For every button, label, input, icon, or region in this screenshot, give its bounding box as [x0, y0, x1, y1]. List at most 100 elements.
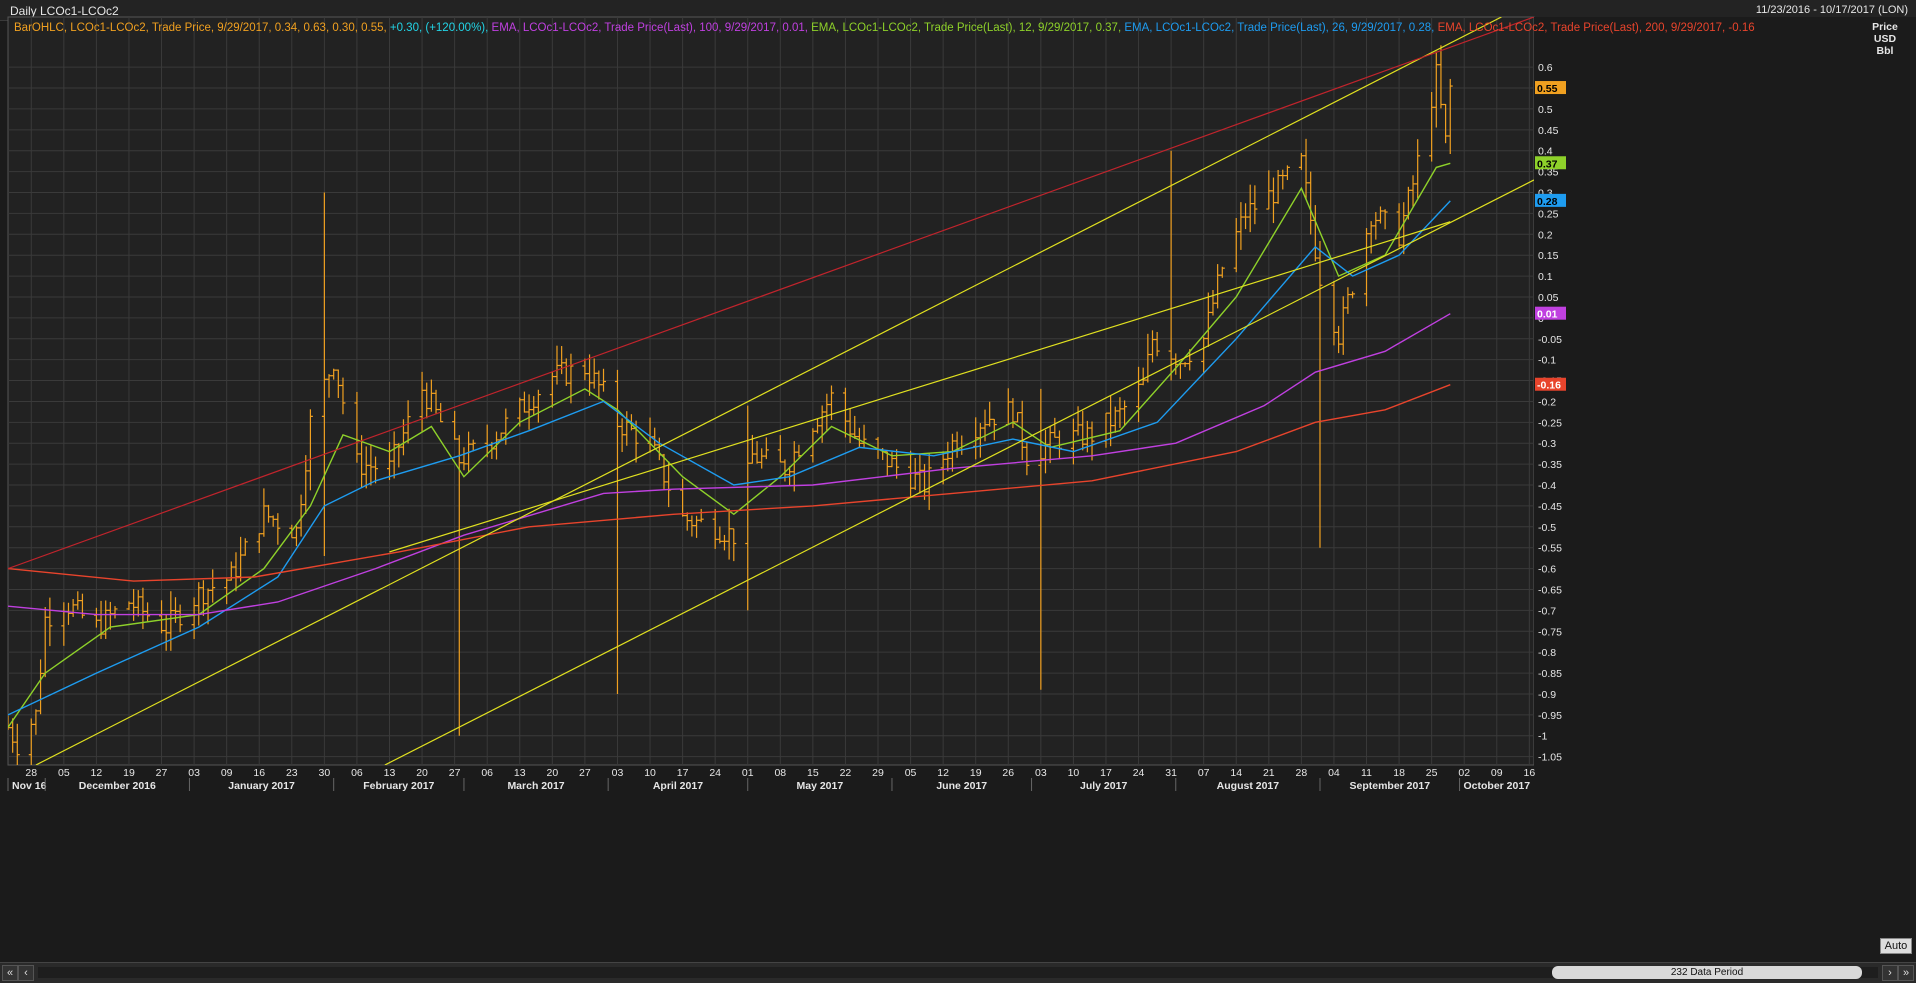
x-tick-label: 16 — [253, 767, 265, 779]
price-marker: 0.55 — [1535, 81, 1566, 95]
x-tick-label: 06 — [351, 767, 363, 779]
x-month-label: May 2017 — [796, 780, 843, 792]
price-marker: 0.37 — [1535, 156, 1566, 170]
scroll-first-button[interactable]: « — [2, 965, 18, 981]
price-marker-label: 0.37 — [1537, 158, 1558, 170]
x-month-label: Nov 16 — [12, 780, 47, 792]
y-tick-label: -0.1 — [1538, 355, 1556, 367]
y-tick-label: -0.55 — [1538, 543, 1562, 555]
auto-scale-button[interactable]: Auto — [1880, 938, 1912, 954]
x-tick-label: 13 — [384, 767, 396, 779]
y-tick-label: -0.6 — [1538, 564, 1556, 576]
x-tick-label: 25 — [1426, 767, 1438, 779]
legend-entry: BarOHLC, LCOc1-LCOc2, Trade Price, 9/29/… — [14, 22, 390, 34]
scroll-thumb[interactable]: 232 Data Period — [1552, 966, 1862, 979]
y-tick-label: -0.75 — [1538, 626, 1562, 638]
x-tick-label: 12 — [937, 767, 949, 779]
scroll-right-button[interactable]: › — [1882, 965, 1898, 981]
y-tick-label: 0.1 — [1538, 271, 1553, 283]
x-tick-label: 03 — [612, 767, 624, 779]
legend-entry: EMA, LCOc1-LCOc2, Trade Price(Last), 26,… — [1124, 22, 1438, 34]
ohlc-chart[interactable]: 0.60.550.50.450.40.350.30.250.20.150.10.… — [0, 0, 1916, 962]
y-tick-label: 0.45 — [1538, 125, 1559, 137]
legend-entry: EMA, LCOc1-LCOc2, Trade Price(Last), 200… — [1437, 22, 1755, 34]
x-tick-label: 28 — [25, 767, 37, 779]
x-tick-label: 03 — [1035, 767, 1047, 779]
y-tick-label: -0.65 — [1538, 584, 1562, 596]
price-marker: 0.01 — [1535, 306, 1566, 321]
x-tick-label: 31 — [1165, 767, 1177, 779]
x-tick-label: 17 — [677, 767, 689, 779]
x-tick-label: 23 — [286, 767, 298, 779]
price-marker-label: 0.55 — [1537, 83, 1558, 95]
price-axis-header: Bbl — [1877, 45, 1894, 57]
y-tick-label: -0.4 — [1538, 480, 1556, 492]
price-marker: 0.28 — [1535, 193, 1566, 208]
x-tick-label: 26 — [1002, 767, 1014, 779]
price-marker-label: 0.01 — [1537, 309, 1558, 321]
x-tick-label: 27 — [449, 767, 461, 779]
x-tick-label: 18 — [1393, 767, 1405, 779]
y-tick-label: 0.15 — [1538, 250, 1559, 262]
x-month-label: September 2017 — [1350, 780, 1431, 792]
price-axis-area — [1534, 17, 1916, 805]
x-tick-label: 03 — [188, 767, 200, 779]
x-tick-label: 22 — [840, 767, 852, 779]
x-tick-label: 16 — [1524, 767, 1536, 779]
y-tick-label: 0.6 — [1538, 62, 1553, 74]
x-tick-label: 27 — [579, 767, 591, 779]
y-tick-label: -0.45 — [1538, 501, 1562, 513]
x-tick-label: 12 — [91, 767, 103, 779]
scroll-left-button[interactable]: ‹ — [18, 965, 34, 981]
y-tick-label: 0.05 — [1538, 292, 1559, 304]
x-tick-label: 14 — [1230, 767, 1242, 779]
price-marker-label: -0.16 — [1537, 380, 1561, 392]
y-tick-label: -0.95 — [1538, 710, 1562, 722]
y-tick-label: -0.5 — [1538, 522, 1556, 534]
y-tick-label: -0.3 — [1538, 438, 1556, 450]
x-tick-label: 10 — [644, 767, 656, 779]
x-tick-label: 09 — [1491, 767, 1503, 779]
y-tick-label: -0.85 — [1538, 668, 1562, 680]
y-tick-label: -0.9 — [1538, 689, 1556, 701]
x-month-label: December 2016 — [79, 780, 156, 792]
legend-entry: EMA, LCOc1-LCOc2, Trade Price(Last), 100… — [491, 22, 812, 34]
x-tick-label: 04 — [1328, 767, 1340, 779]
x-tick-label: 20 — [546, 767, 558, 779]
x-tick-label: 06 — [481, 767, 493, 779]
x-tick-label: 21 — [1263, 767, 1275, 779]
x-tick-label: 19 — [123, 767, 135, 779]
x-tick-label: 01 — [742, 767, 754, 779]
x-month-label: July 2017 — [1080, 780, 1127, 792]
scroll-last-button[interactable]: » — [1898, 965, 1914, 981]
chart-window: Daily LCOc1-LCOc2 11/23/2016 - 10/17/201… — [0, 0, 1916, 983]
price-axis-header: USD — [1874, 33, 1897, 45]
y-tick-label: -0.8 — [1538, 647, 1556, 659]
x-tick-label: 15 — [807, 767, 819, 779]
x-month-label: February 2017 — [363, 780, 434, 792]
x-tick-label: 11 — [1361, 767, 1372, 779]
legend-entry: +0.30, (+120.00%), — [389, 22, 492, 34]
x-tick-label: 28 — [1296, 767, 1308, 779]
y-tick-label: -0.7 — [1538, 605, 1556, 617]
x-tick-label: 17 — [1100, 767, 1112, 779]
y-tick-label: -0.2 — [1538, 396, 1556, 408]
x-month-label: August 2017 — [1217, 780, 1280, 792]
x-month-label: April 2017 — [653, 780, 703, 792]
x-tick-label: 13 — [514, 767, 526, 779]
x-tick-label: 09 — [221, 767, 233, 779]
time-scrollbar[interactable]: « ‹ 232 Data Period › » — [0, 962, 1916, 983]
y-tick-label: 0.4 — [1538, 146, 1553, 158]
x-month-label: March 2017 — [507, 780, 564, 792]
legend-entry: EMA, LCOc1-LCOc2, Trade Price(Last), 12,… — [811, 22, 1125, 34]
price-marker: -0.16 — [1535, 377, 1566, 392]
x-tick-label: 19 — [970, 767, 982, 779]
chart-legend: BarOHLC, LCOc1-LCOc2, Trade Price, 9/29/… — [14, 22, 1755, 34]
y-tick-label: -0.05 — [1538, 334, 1562, 346]
y-tick-label: 0.2 — [1538, 229, 1553, 241]
x-tick-label: 24 — [1133, 767, 1145, 779]
x-tick-label: 10 — [1068, 767, 1080, 779]
x-tick-label: 20 — [416, 767, 428, 779]
plot-area — [7, 16, 1535, 766]
x-tick-label: 29 — [872, 767, 884, 779]
